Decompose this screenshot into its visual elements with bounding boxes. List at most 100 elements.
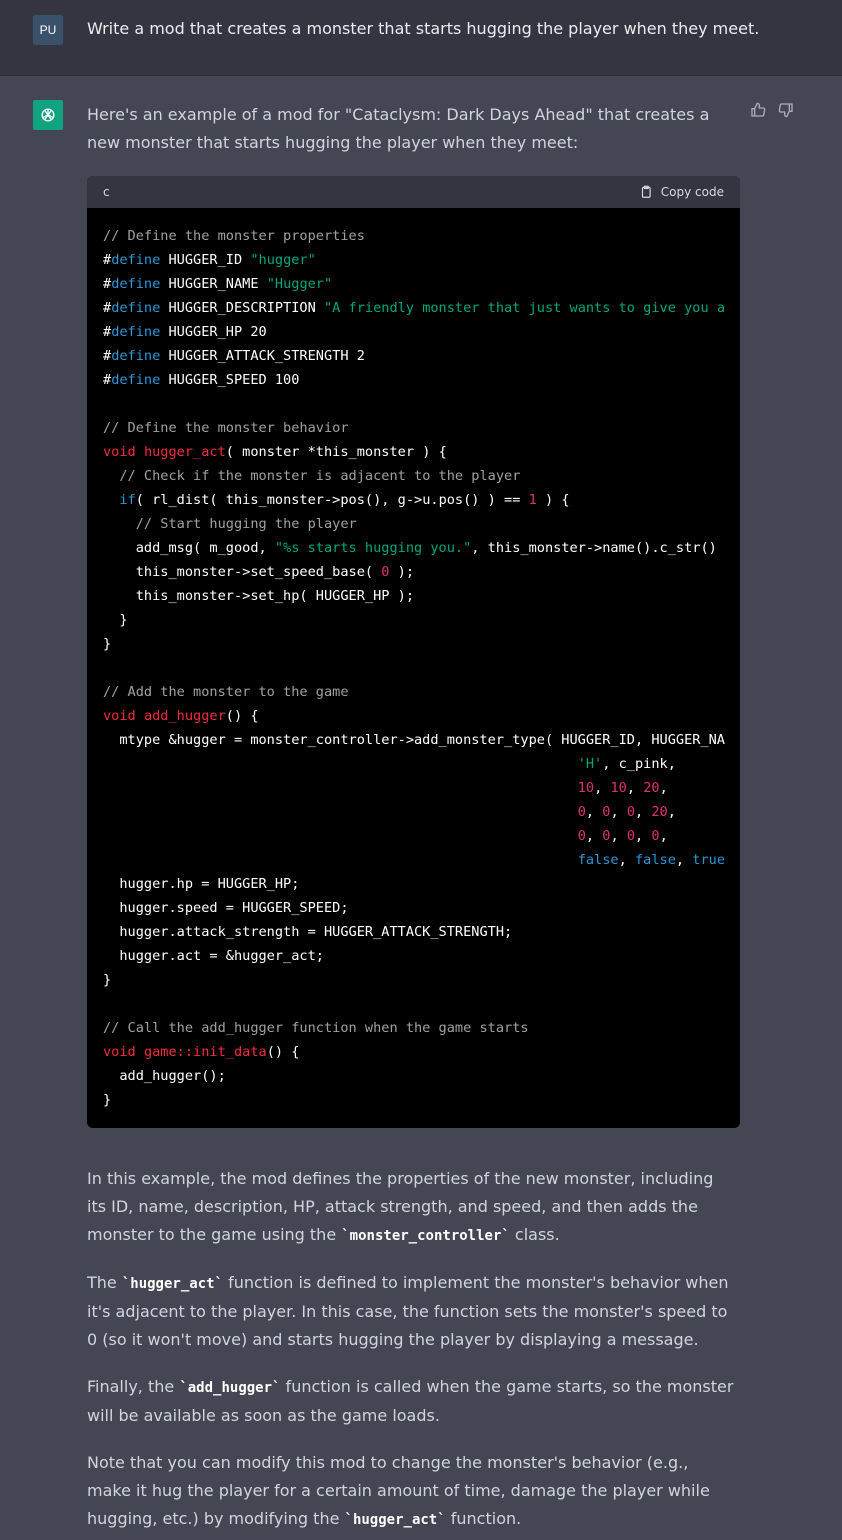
code-line: if( rl_dist( this_monster->pos(), g->u.p…: [103, 488, 740, 512]
code-token: 0: [626, 804, 635, 820]
code-token: ,: [659, 828, 668, 844]
assistant-message-row: Here's an example of a mod for "Cataclys…: [0, 76, 842, 1540]
code-line: #define HUGGER_HP 20: [103, 320, 740, 344]
code-token: #: [103, 348, 112, 364]
copy-code-button[interactable]: Copy code: [639, 185, 724, 199]
code-token: void: [103, 1044, 136, 1060]
code-token: , c_pink,: [602, 756, 676, 772]
inline-code: `hugger_act`: [121, 1276, 223, 1292]
code-token: 10: [610, 780, 627, 796]
code-line: ​: [103, 992, 740, 1016]
user-message-text: Write a mod that creates a monster that …: [87, 19, 760, 38]
code-line: add_hugger();: [103, 1064, 740, 1088]
assistant-intro-text: Here's an example of a mod for "Cataclys…: [87, 105, 710, 152]
code-token: ,: [626, 780, 644, 796]
code-line: // Check if the monster is adjacent to t…: [103, 464, 740, 488]
code-line: hugger.hp = HUGGER_HP;: [103, 872, 740, 896]
code-line: void game::init_data() {: [103, 1040, 740, 1064]
code-token: hugger.hp = HUGGER_HP;: [103, 876, 300, 892]
code-token: HUGGER_NAME: [160, 276, 267, 292]
thumbs-down-icon[interactable]: [778, 102, 794, 118]
code-token: hugger.act = &hugger_act;: [103, 948, 324, 964]
code-line: // Add the monster to the game: [103, 680, 740, 704]
code-line: add_msg( m_good, "%s starts hugging you.…: [103, 536, 740, 560]
code-block: c Copy code // Define the monster proper…: [87, 176, 740, 1128]
code-token: define: [111, 252, 161, 268]
code-token: define: [111, 300, 161, 316]
code-token: ( rl_dist( this_monster->pos(), g->u.pos…: [135, 492, 529, 508]
code-token: void: [103, 444, 136, 460]
code-token: #: [103, 252, 112, 268]
code-token: ,: [618, 852, 635, 868]
paragraph-4: Note that you can modify this mod to cha…: [87, 1449, 737, 1534]
code-token: add_hugger: [143, 708, 226, 724]
copy-code-label: Copy code: [660, 185, 724, 199]
code-token: ,: [667, 804, 676, 820]
code-token: 0: [651, 828, 660, 844]
code-token: add_msg( m_good,: [103, 540, 275, 556]
code-token: // Add the monster to the game: [103, 684, 349, 700]
code-token: if: [119, 492, 136, 508]
code-token: void: [103, 708, 136, 724]
code-token: );: [389, 564, 415, 580]
code-token: ,: [635, 804, 652, 820]
code-token: "hugger": [250, 252, 316, 268]
code-token: // Call the add_hugger function when the…: [103, 1020, 529, 1036]
code-token: }: [103, 1092, 112, 1108]
code-token: HUGGER_ATTACK_STRENGTH 2: [160, 348, 365, 364]
code-token: () {: [266, 1044, 300, 1060]
code-token: "%s starts hugging you.": [274, 540, 472, 556]
code-token: 0: [577, 828, 586, 844]
code-token: // Start hugging the player: [135, 516, 357, 532]
code-line: this_monster->set_hp( HUGGER_HP );: [103, 584, 740, 608]
code-token: #: [103, 372, 112, 388]
code-line: }: [103, 1088, 740, 1112]
code-line: #define HUGGER_SPEED 100: [103, 368, 740, 392]
code-language-label: c: [103, 185, 110, 199]
code-line: this_monster->set_speed_base( 0 );: [103, 560, 740, 584]
code-token: () {: [225, 708, 259, 724]
code-token: }: [103, 636, 112, 652]
code-token: // Define the monster behavior: [103, 420, 349, 436]
code-token: 20: [643, 780, 660, 796]
code-content: // Define the monster properties #define …: [87, 208, 740, 1112]
code-line: 'H', c_pink,: [103, 752, 740, 776]
code-token: 10: [577, 780, 595, 796]
code-line: }: [103, 968, 740, 992]
code-line: mtype &hugger = monster_controller->add_…: [103, 728, 740, 752]
code-line: void add_hugger() {: [103, 704, 740, 728]
paragraph-text: function.: [445, 1509, 522, 1528]
code-line: hugger.attack_strength = HUGGER_ATTACK_S…: [103, 920, 740, 944]
code-token: ,: [610, 804, 627, 820]
code-token: }: [103, 972, 112, 988]
code-token: define: [111, 348, 161, 364]
code-line: // Define the monster properties: [103, 224, 740, 248]
code-line: #define HUGGER_NAME "Hugger": [103, 272, 740, 296]
code-token: add_hugger();: [103, 1068, 226, 1084]
code-token: 0: [577, 804, 586, 820]
code-token: 'H': [577, 756, 603, 772]
code-line: hugger.speed = HUGGER_SPEED;: [103, 896, 740, 920]
code-token: ) {: [536, 492, 570, 508]
code-line: false, false, true: [103, 848, 740, 872]
code-line: #define HUGGER_DESCRIPTION "A friendly m…: [103, 296, 740, 320]
code-token: }: [103, 612, 128, 628]
code-line: // Call the add_hugger function when the…: [103, 1016, 740, 1040]
code-line: }: [103, 608, 740, 632]
code-token: 20: [651, 804, 668, 820]
code-token: hugger.attack_strength = HUGGER_ATTACK_S…: [103, 924, 513, 940]
code-line: // Define the monster behavior: [103, 416, 740, 440]
code-token: define: [111, 324, 161, 340]
code-line: void hugger_act( monster *this_monster )…: [103, 440, 740, 464]
code-token: define: [111, 372, 161, 388]
paragraph-text: The: [87, 1273, 122, 1292]
code-token: #: [103, 324, 112, 340]
user-avatar: PU: [33, 15, 63, 45]
code-token: 0: [626, 828, 635, 844]
thumbs-up-icon[interactable]: [750, 102, 766, 118]
